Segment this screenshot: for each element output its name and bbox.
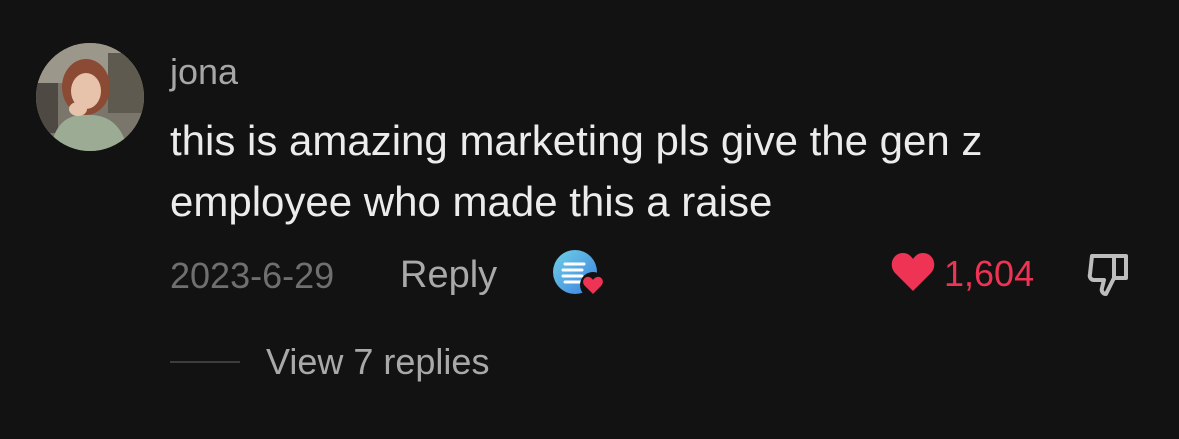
like-button[interactable]: 1,604 — [890, 248, 1034, 300]
like-count: 1,604 — [944, 253, 1035, 294]
thumbs-down-icon — [1087, 254, 1128, 296]
creator-avatar-icon — [550, 250, 610, 302]
replies-divider — [170, 361, 240, 363]
comment-username[interactable]: jona — [170, 50, 238, 94]
view-replies-button[interactable]: View 7 replies — [266, 340, 489, 384]
comment-text: this is amazing marketing pls give the g… — [170, 117, 983, 225]
heart-icon — [890, 251, 936, 298]
dislike-button[interactable] — [1084, 250, 1132, 298]
avatar[interactable] — [36, 43, 144, 151]
comment-timestamp: 2023-6-29 — [170, 255, 335, 296]
reply-button[interactable]: Reply — [400, 252, 497, 298]
avatar-image — [36, 43, 144, 151]
comment-actions: 2023-6-29 Reply 1,604 — [170, 248, 1150, 300]
view-replies-row: View 7 replies — [170, 340, 489, 384]
